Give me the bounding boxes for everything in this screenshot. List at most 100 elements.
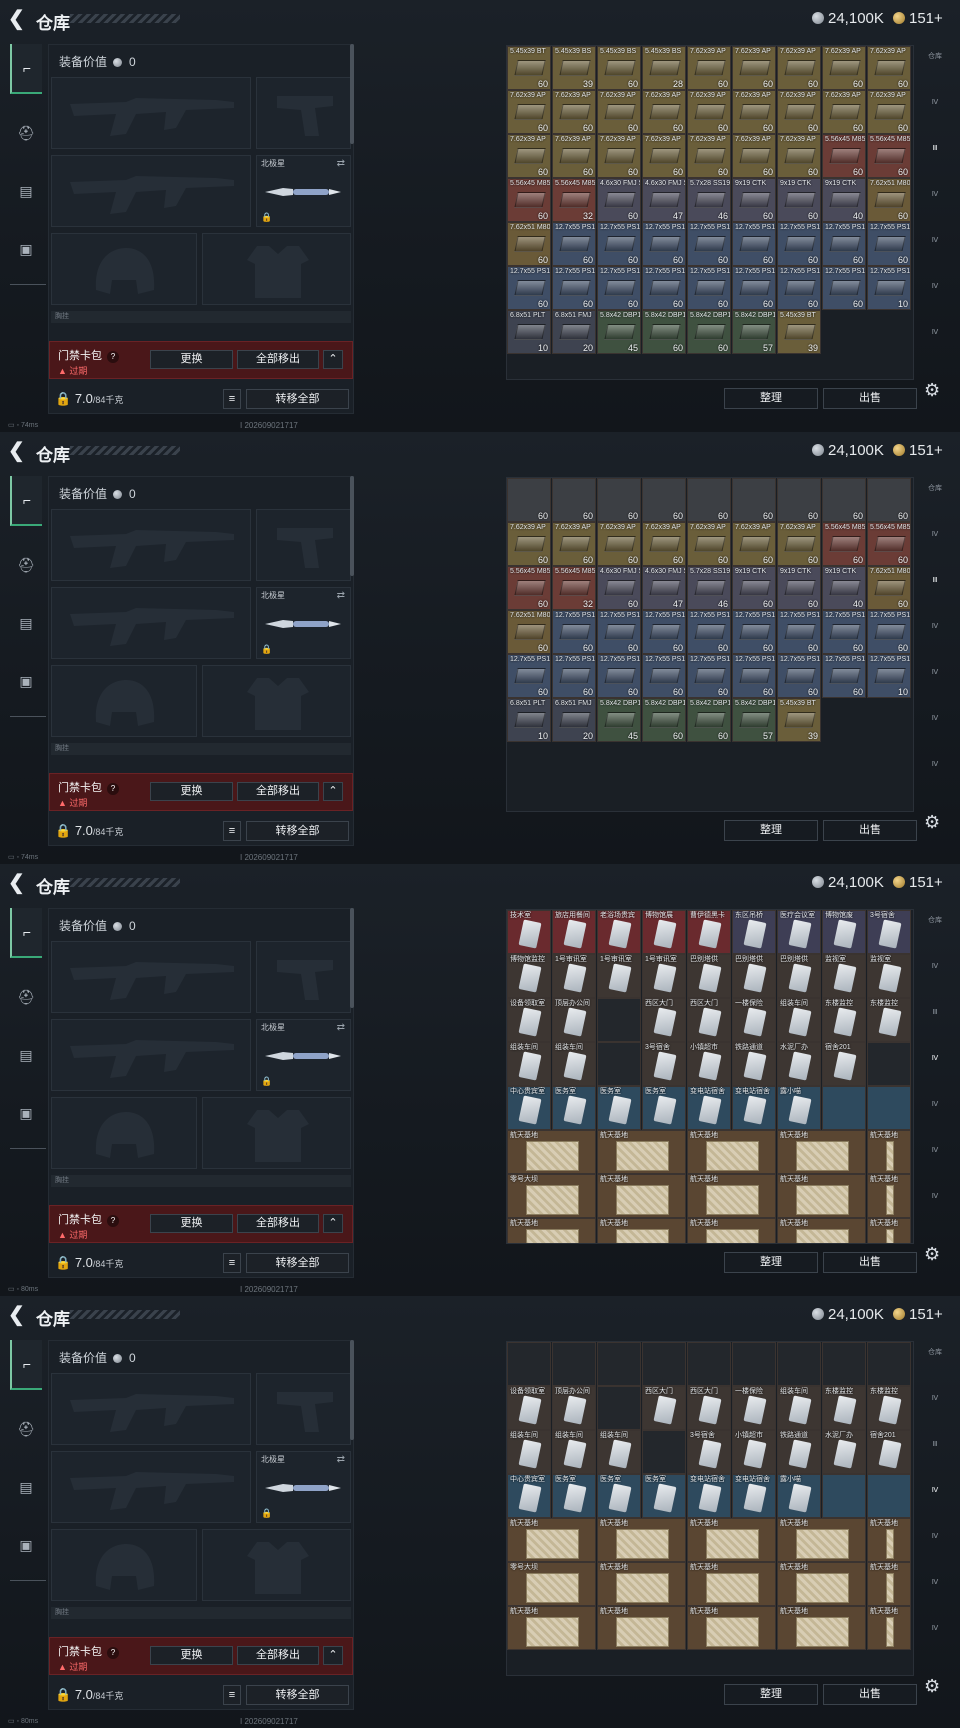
inventory-item[interactable]: 铁路通道 (732, 1042, 776, 1086)
inventory-item[interactable] (597, 1386, 641, 1430)
inventory-item[interactable]: 7.62x39 AP 60 (552, 90, 596, 134)
inventory-item[interactable] (597, 998, 641, 1042)
helmet-slot[interactable] (51, 1097, 197, 1169)
inventory-item[interactable]: 6.8x51 FMJ 20 (552, 698, 596, 742)
storage-tab[interactable]: Ⅳ (922, 714, 948, 740)
inventory-item[interactable]: 7.62x39 AP 60 (642, 134, 686, 178)
storage-tab[interactable]: Ⅳ (922, 328, 948, 354)
inventory-item[interactable]: 1号审讯室 (552, 954, 596, 998)
inventory-item[interactable]: 5.8x42 DBP10 60 (642, 310, 686, 354)
inventory-item[interactable]: 7.62x39 AP 60 (552, 134, 596, 178)
storage-tab[interactable]: Ⅳ (922, 1054, 948, 1080)
inventory-item[interactable]: 1号审讯室 (597, 954, 641, 998)
inventory-item[interactable]: 5.56x45 M855 32 (552, 566, 596, 610)
sidebar-tab-clipboard-icon[interactable]: ▤ (10, 1462, 42, 1512)
melee-slot[interactable]: 北极星 ⇄ 🔒 (256, 587, 351, 659)
remove-all-button[interactable]: 全部移出 (237, 1214, 319, 1233)
storage-tab[interactable]: Ⅳ (922, 1192, 948, 1218)
help-icon[interactable]: ? (107, 1647, 119, 1659)
inventory-item[interactable]: 航天基地 (867, 1518, 911, 1562)
inventory-item[interactable]: 西区大门 (687, 998, 731, 1042)
inventory-item[interactable]: 5.56x45 M855 60 (507, 178, 551, 222)
inventory-item[interactable]: 7.62x39 AP 60 (777, 90, 821, 134)
inventory-item[interactable]: 航天基地 (777, 1174, 866, 1218)
inventory-item[interactable]: 9x19 CTK 60 (732, 566, 776, 610)
inventory-item[interactable]: 6.8x51 FMJ 20 (552, 310, 596, 354)
inventory-item[interactable]: 3号宿舍 (642, 1042, 686, 1086)
inventory-item[interactable]: 小镇超市 (732, 1430, 776, 1474)
inventory-item[interactable]: 7.62x39 AP 60 (867, 46, 911, 90)
inventory-item[interactable]: 9x19 CTK 40 (822, 178, 866, 222)
inventory-item[interactable]: 航天基地 (687, 1562, 776, 1606)
transfer-all-button[interactable]: 转移全部 (246, 1253, 349, 1273)
sort-button[interactable]: 整理 (724, 388, 818, 409)
inventory-item[interactable]: 60 (687, 478, 731, 522)
swap-icon[interactable]: ⇄ (337, 1454, 345, 1465)
inventory-item[interactable]: 12.7x55 PS12 60 (867, 222, 911, 266)
inventory-item[interactable] (552, 1342, 596, 1386)
inventory-item[interactable]: 航天基地 (867, 1218, 911, 1243)
inventory-item[interactable]: 9x19 CTK 60 (777, 566, 821, 610)
inventory-item[interactable]: 博物馆监控 (507, 954, 551, 998)
inventory-item[interactable]: 60 (777, 478, 821, 522)
inventory-item[interactable]: 组装车间 (552, 1042, 596, 1086)
inventory-item[interactable]: 12.7x55 PS12 60 (732, 266, 776, 310)
inventory-item[interactable]: 航天基地 (867, 1606, 911, 1650)
inventory-item[interactable]: 3号宿舍 (867, 910, 911, 954)
inventory-item[interactable]: 东区吊桥 (732, 910, 776, 954)
inventory-item[interactable]: 12.7x55 PS12 60 (597, 610, 641, 654)
inventory-item[interactable]: 12.7x55 PS12 60 (777, 610, 821, 654)
inventory-item[interactable]: 医务室 (552, 1474, 596, 1518)
inventory-item[interactable]: 一楼保险 (732, 998, 776, 1042)
inventory-item[interactable]: 航天基地 (597, 1130, 686, 1174)
replace-button[interactable]: 更换 (150, 1646, 233, 1665)
sidebar-tab-briefcase-icon[interactable]: ▣ (10, 656, 42, 706)
inventory-item[interactable]: 东楼监控 (867, 998, 911, 1042)
inventory-item[interactable]: 60 (867, 478, 911, 522)
sell-button[interactable]: 出售 (823, 1252, 917, 1273)
storage-tab[interactable]: Ⅲ (922, 1008, 948, 1034)
inventory-item[interactable]: 12.7x55 PS12 60 (552, 610, 596, 654)
inventory-item[interactable]: 7.62x39 AP 60 (642, 522, 686, 566)
inventory-item[interactable]: 12.7x55 PS12 60 (777, 266, 821, 310)
list-button[interactable]: ≡ (223, 1253, 241, 1273)
inventory-item[interactable] (507, 1342, 551, 1386)
storage-tab[interactable]: Ⅳ (922, 1146, 948, 1172)
storage-tab[interactable]: Ⅳ (922, 760, 948, 786)
sort-button[interactable]: 整理 (724, 1684, 818, 1705)
remove-all-button[interactable]: 全部移出 (237, 1646, 319, 1665)
inventory-item[interactable]: 水泥厂办 (777, 1042, 821, 1086)
inventory-item[interactable]: 航天基地 (597, 1518, 686, 1562)
melee-slot[interactable]: 北极星 ⇄ 🔒 (256, 155, 351, 227)
collapse-button[interactable]: ⌃ (323, 350, 343, 369)
equipment-scrollbar[interactable] (350, 476, 354, 576)
sell-button[interactable]: 出售 (823, 1684, 917, 1705)
inventory-item[interactable]: 航天基地 (777, 1518, 866, 1562)
inventory-item[interactable]: 医务室 (642, 1086, 686, 1130)
inventory-item[interactable]: 东楼监控 (822, 998, 866, 1042)
inventory-item[interactable] (822, 1474, 866, 1518)
inventory-item[interactable]: 5.56x45 M855 60 (822, 522, 866, 566)
inventory-item[interactable]: 组装车间 (777, 1386, 821, 1430)
inventory-item[interactable]: 60 (642, 478, 686, 522)
secondary-weapon-slot[interactable] (51, 1019, 251, 1091)
storage-tab[interactable]: Ⅳ (922, 236, 948, 262)
list-button[interactable]: ≡ (223, 821, 241, 841)
inventory-item[interactable]: 12.7x55 PS12 60 (687, 266, 731, 310)
inventory-item[interactable]: 东楼监控 (867, 1386, 911, 1430)
inventory-item[interactable] (732, 1342, 776, 1386)
inventory-item[interactable]: 12.7x55 PS12 60 (507, 654, 551, 698)
inventory-item[interactable]: 宿舍201 (867, 1430, 911, 1474)
inventory-item[interactable]: 7.62x39 AP 60 (597, 134, 641, 178)
inventory-item[interactable]: 7.62x39 AP 60 (552, 522, 596, 566)
inventory-item[interactable]: 4.6x30 FMJ SX 60 (597, 566, 641, 610)
storage-tab[interactable]: Ⅳ (922, 1532, 948, 1558)
helmet-slot[interactable] (51, 233, 197, 305)
sidebar-tab-weapon-icon[interactable]: ⌐ (10, 908, 42, 958)
inventory-item[interactable]: 变电站宿舍 (732, 1474, 776, 1518)
storage-tab[interactable]: Ⅳ (922, 282, 948, 308)
inventory-item[interactable]: 技术室 (507, 910, 551, 954)
back-arrow-icon[interactable]: ❮ (8, 9, 28, 29)
inventory-item[interactable]: 3号宿舍 (687, 1430, 731, 1474)
collapse-button[interactable]: ⌃ (323, 1646, 343, 1665)
